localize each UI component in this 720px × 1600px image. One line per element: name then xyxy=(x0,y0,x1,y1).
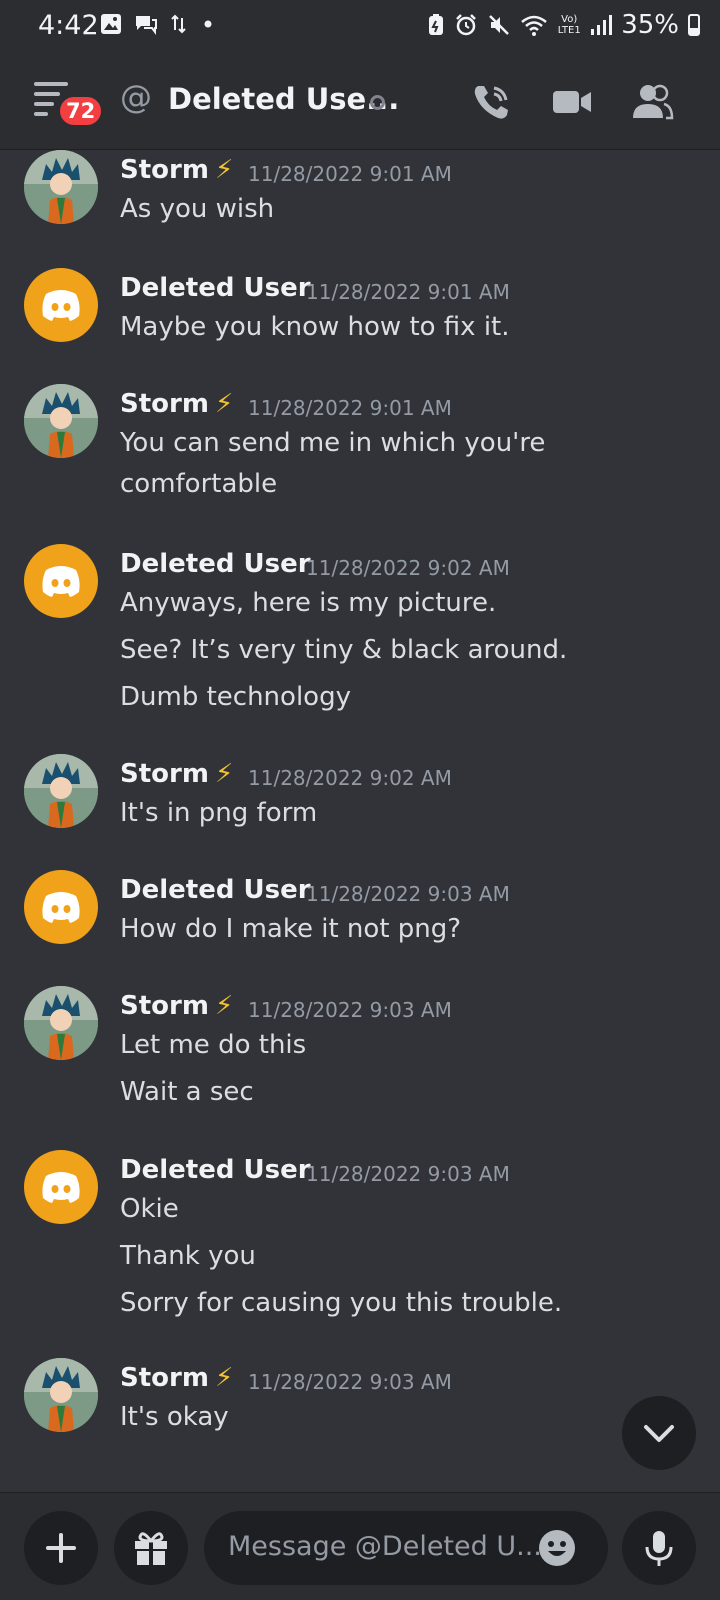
message-input[interactable]: Message @Deleted U... xyxy=(204,1511,608,1585)
author-name[interactable]: Deleted User xyxy=(120,875,311,905)
emoji-icon[interactable] xyxy=(538,1529,576,1567)
message-text[interactable]: Anyways, here is my picture. xyxy=(120,588,496,618)
author-name-text: Storm xyxy=(120,991,209,1021)
dot-icon xyxy=(204,20,212,28)
message-list[interactable]: Storm ⚡ 11/28/2022 9:01 AM As you wish Dele… xyxy=(0,150,720,1490)
plus-icon xyxy=(46,1533,76,1563)
discord-default-avatar[interactable] xyxy=(24,1150,98,1224)
battery-icon xyxy=(688,14,700,36)
message-text[interactable]: As you wish xyxy=(120,194,274,224)
chat-bubble-icon xyxy=(136,16,157,35)
at-sign-icon: @ xyxy=(120,78,152,116)
lightning-icon: ⚡ xyxy=(214,759,234,789)
author-name-text: Deleted User xyxy=(120,875,311,905)
author-name-text: Storm xyxy=(120,155,209,185)
status-time: 4:42 xyxy=(38,10,99,41)
message-text[interactable]: Okie xyxy=(120,1194,179,1224)
message-text[interactable]: It's okay xyxy=(120,1402,229,1432)
message-text[interactable]: Let me do this xyxy=(120,1030,306,1060)
author-name[interactable]: Storm ⚡ xyxy=(120,759,233,789)
channel-header: 72 @ Deleted Use... xyxy=(0,52,720,150)
message-text[interactable]: See? It’s very tiny & black around. xyxy=(120,635,567,665)
image-icon xyxy=(101,14,121,34)
data-transfer-icon xyxy=(171,14,186,34)
notification-badge: 72 xyxy=(57,94,105,128)
message-timestamp: 11/28/2022 9:03 AM xyxy=(306,1162,510,1186)
author-name[interactable]: Deleted User xyxy=(120,549,311,579)
author-name[interactable]: Storm ⚡ xyxy=(120,991,233,1021)
status-system-icons: Vo) LTE1 35% xyxy=(427,10,700,40)
author-name-text: Deleted User xyxy=(120,273,311,303)
status-bar: 4:42 Vo) LTE1 35% xyxy=(0,0,720,52)
discord-default-avatar[interactable] xyxy=(24,544,98,618)
message-timestamp: 11/28/2022 9:03 AM xyxy=(248,1370,452,1394)
user-avatar[interactable] xyxy=(24,1358,98,1432)
message-text[interactable]: You can send me in which you're xyxy=(120,428,545,458)
signal-icon xyxy=(591,15,613,35)
lightning-icon: ⚡ xyxy=(214,389,234,419)
discord-default-avatar[interactable] xyxy=(24,870,98,944)
lightning-icon: ⚡ xyxy=(214,155,234,185)
voice-call-icon[interactable] xyxy=(470,80,514,124)
user-avatar[interactable] xyxy=(24,754,98,828)
volte-label: Vo) LTE1 xyxy=(557,14,581,36)
message-text[interactable]: How do I make it not png? xyxy=(120,914,461,944)
message-timestamp: 11/28/2022 9:01 AM xyxy=(248,396,452,420)
microphone-icon xyxy=(645,1531,673,1566)
gift-icon xyxy=(135,1532,167,1565)
jump-to-bottom-button[interactable] xyxy=(622,1396,696,1470)
lightning-icon: ⚡ xyxy=(214,1363,234,1393)
message-text[interactable]: comfortable xyxy=(120,469,277,499)
chevron-down-icon xyxy=(644,1425,674,1442)
video-call-icon[interactable] xyxy=(550,80,594,124)
message-timestamp: 11/28/2022 9:02 AM xyxy=(248,766,452,790)
discord-default-avatar[interactable] xyxy=(24,268,98,342)
message-timestamp: 11/28/2022 9:03 AM xyxy=(248,998,452,1022)
message-text[interactable]: Thank you xyxy=(120,1241,256,1271)
message-text[interactable]: Wait a sec xyxy=(120,1077,254,1107)
author-name[interactable]: Storm ⚡ xyxy=(120,389,233,419)
author-name[interactable]: Deleted User xyxy=(120,273,311,303)
message-text[interactable]: Sorry for causing you this trouble. xyxy=(120,1288,562,1318)
offline-status-icon xyxy=(370,95,385,110)
message-input-placeholder: Message @Deleted U... xyxy=(228,1531,542,1562)
message-timestamp: 11/28/2022 9:01 AM xyxy=(248,162,452,186)
message-text[interactable]: Dumb technology xyxy=(120,682,351,712)
status-notification-icons xyxy=(100,13,216,35)
alarm-icon xyxy=(456,14,477,36)
message-timestamp: 11/28/2022 9:01 AM xyxy=(306,280,510,304)
author-name[interactable]: Storm ⚡ xyxy=(120,1363,233,1393)
author-name-text: Deleted User xyxy=(120,1155,311,1185)
user-avatar[interactable] xyxy=(24,384,98,458)
battery-saver-icon xyxy=(429,14,444,35)
author-name-text: Storm xyxy=(120,389,209,419)
composer-bar: Message @Deleted U... xyxy=(0,1492,720,1600)
wifi-icon xyxy=(521,15,548,36)
channel-title[interactable]: Deleted Use... xyxy=(168,82,399,116)
voice-message-button[interactable] xyxy=(622,1511,696,1585)
user-avatar[interactable] xyxy=(24,986,98,1060)
author-name-text: Storm xyxy=(120,759,209,789)
message-text[interactable]: It's in png form xyxy=(120,798,317,828)
add-attachment-button[interactable] xyxy=(24,1511,98,1585)
lightning-icon: ⚡ xyxy=(214,991,234,1021)
author-name[interactable]: Storm ⚡ xyxy=(120,155,233,185)
members-icon[interactable] xyxy=(630,80,674,124)
user-avatar[interactable] xyxy=(24,150,98,224)
battery-percent: 35% xyxy=(621,10,679,40)
mute-icon xyxy=(489,15,510,35)
author-name-text: Deleted User xyxy=(120,549,311,579)
author-name[interactable]: Deleted User xyxy=(120,1155,311,1185)
author-name-text: Storm xyxy=(120,1363,209,1393)
message-timestamp: 11/28/2022 9:02 AM xyxy=(306,556,510,580)
message-text[interactable]: Maybe you know how to fix it. xyxy=(120,312,510,342)
message-timestamp: 11/28/2022 9:03 AM xyxy=(306,882,510,906)
gift-button[interactable] xyxy=(114,1511,188,1585)
